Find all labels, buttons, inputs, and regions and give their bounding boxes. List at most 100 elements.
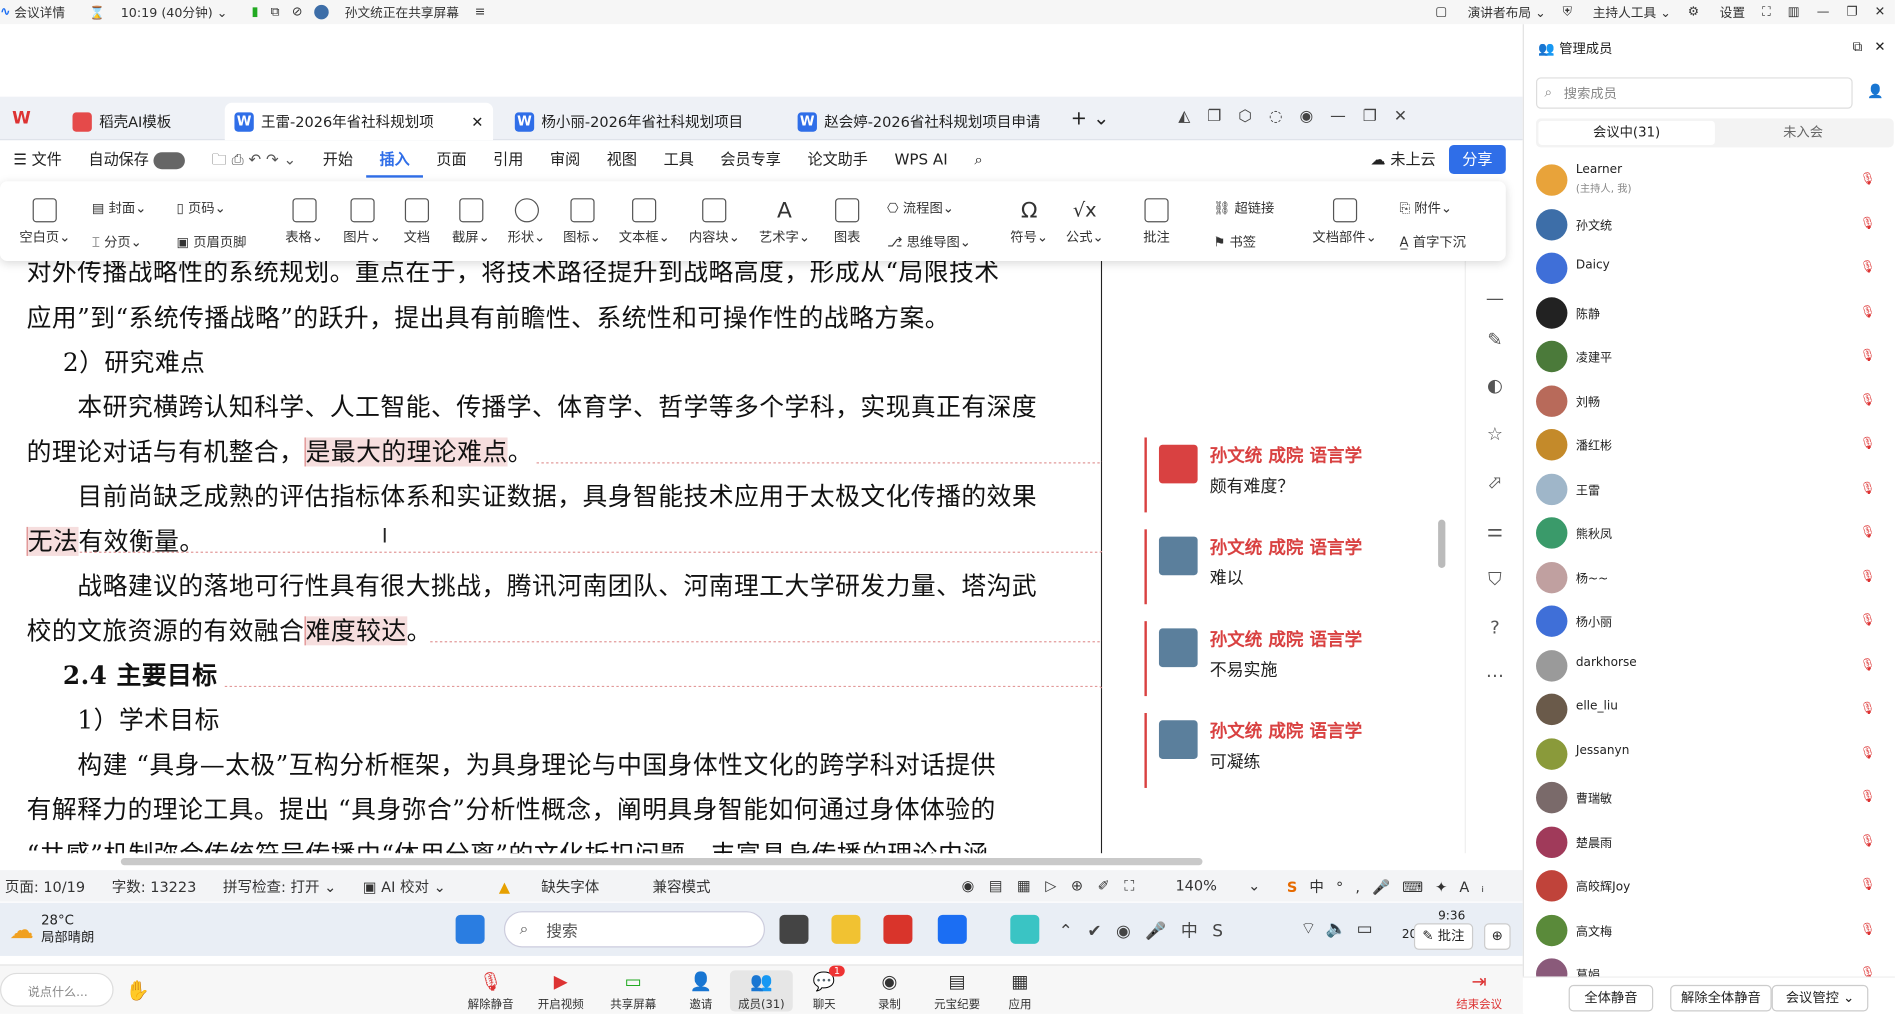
missing-font[interactable]: ▲ 缺失字体 [499, 876, 626, 897]
tab-document-yangxiaoli[interactable]: W 杨小丽-2026年省社科规划项目 [505, 103, 778, 140]
chart-button[interactable]: 图表 [834, 198, 860, 246]
mute-all-button[interactable]: 全体静音 [1568, 984, 1654, 1012]
page-number-button[interactable]: ▯ 页码⌄ [176, 198, 225, 217]
menu-start[interactable]: 开始 [309, 141, 366, 177]
comment-card[interactable]: 孙文统 成院 语言学 不易实施 [1144, 621, 1434, 697]
mic-muted-icon[interactable]: 🎙 [1860, 305, 1875, 320]
hand-icon[interactable]: ✋ [126, 979, 150, 1002]
scrollbar[interactable] [1438, 519, 1446, 568]
member-row[interactable]: 潘红彬 🎙 [1536, 424, 1884, 468]
menu-review[interactable]: 审阅 [537, 141, 594, 177]
minimize-icon[interactable]: — [1817, 5, 1830, 20]
member-row[interactable]: Daicy 🎙 [1536, 248, 1884, 292]
mic-muted-icon[interactable]: 🎙 [1860, 261, 1875, 276]
ai-proofread[interactable]: ▣ AI 校对 ⌄ [363, 876, 472, 897]
member-row[interactable]: 杨小丽 🎙 [1536, 601, 1884, 645]
formula-button[interactable]: √x 公式⌄ [1066, 198, 1104, 246]
tray-icons[interactable]: ⌃✔◉🎤中S [1059, 918, 1238, 942]
member-row[interactable]: 曹瑞敏 🎙 [1536, 777, 1884, 821]
quick-tools[interactable]: 🗀 ⎙ ↶ ↷ ⌄ [198, 141, 309, 177]
windows-start-icon[interactable] [455, 914, 485, 944]
picture-button[interactable]: 图片⌄ [343, 198, 381, 246]
drop-cap-button[interactable]: A̲ 首字下沉 [1399, 232, 1466, 251]
member-row[interactable]: 凌建平 🎙 [1536, 336, 1884, 380]
sidebar-toggle-icon[interactable]: ▥ [1788, 5, 1800, 20]
hyperlink-button[interactable]: ⛓ 超链接 [1213, 198, 1274, 217]
menu-view[interactable]: 视图 [594, 141, 651, 177]
word-count[interactable]: 字数: 13223 [112, 876, 197, 897]
cloud-status[interactable]: ☁ 未上云 [1357, 141, 1449, 177]
comment-card[interactable]: 孙文统 成院 语言学 可凝练 [1144, 713, 1434, 788]
member-row[interactable]: 杨~~ 🎙 [1536, 557, 1884, 601]
mic-muted-icon[interactable]: 🎙 [1860, 834, 1875, 849]
weather[interactable]: 28°C 局部晴朗 [41, 912, 94, 946]
popout-icon[interactable]: ⧉ [271, 4, 280, 20]
tab-document-zhaohuiting[interactable]: W 赵会婷-2026省社科规划项目申请 [788, 103, 1059, 140]
mic-muted-icon[interactable]: 🎙 [1860, 923, 1875, 938]
shape-button[interactable]: 形状⌄ [508, 198, 545, 246]
textbox-button[interactable]: 文本框⌄ [619, 198, 670, 246]
menu-reference[interactable]: 引用 [480, 141, 537, 177]
mic-muted-icon[interactable]: 🎙 [1860, 746, 1875, 761]
member-row[interactable]: 熊秋凤 🎙 [1536, 512, 1884, 556]
member-row[interactable]: 孙文统 🎙 [1536, 204, 1884, 248]
bookmark-button[interactable]: ⚑ 书签 [1213, 232, 1256, 251]
member-row[interactable]: Jessanyn 🎙 [1536, 733, 1884, 777]
chat-button[interactable]: 💬 1 聊天 [793, 965, 856, 1012]
mic-muted-icon[interactable]: 🎙 [1860, 570, 1875, 585]
meeting-control-button[interactable]: 会议管控 ⌄ [1771, 984, 1869, 1012]
view-icons[interactable]: ◉▤▦▷⊕✐⛶ [962, 877, 1149, 895]
comment-button[interactable]: 批注 [1143, 198, 1170, 246]
panel-close-icon[interactable]: ✕ [1874, 39, 1885, 55]
mic-muted-icon[interactable]: 🎙 [1860, 173, 1875, 188]
member-row[interactable]: 陈静 🎙 [1536, 292, 1884, 336]
tab-document-wanglei[interactable]: W 王雷-2026年省社科规划项 ✕ [224, 102, 494, 141]
end-meeting-button[interactable]: ⇥ 结束会议 [1448, 970, 1511, 1011]
mic-muted-icon[interactable]: 🎙 [1860, 702, 1875, 717]
apps-button[interactable]: ▦ 应用 [989, 970, 1052, 1011]
mic-muted-icon[interactable]: 🎙 [1860, 879, 1875, 894]
taskbar-search[interactable]: ⌕ 搜索 [503, 911, 765, 948]
host-tools-button[interactable]: ⛨ 主持人工具 ⌄ [1563, 3, 1671, 21]
zoom-icon[interactable]: ⊕ [1484, 923, 1511, 950]
settings-slider-icon[interactable]: ⚌ [1483, 520, 1507, 544]
presenter-layout-button[interactable]: ▢ 演讲者布局 ⌄ [1435, 3, 1546, 21]
menu-paper[interactable]: 论文助手 [794, 141, 881, 177]
unmute-all-button[interactable]: 解除全体静音 [1670, 984, 1772, 1012]
folder-icon[interactable] [831, 914, 861, 944]
page-break-button[interactable]: ⌶ 分页⌄ [92, 232, 142, 251]
symbol-button[interactable]: Ω 符号⌄ [1010, 198, 1048, 246]
clock[interactable]: 9:36 [1438, 910, 1465, 923]
pen-icon[interactable]: ✎ [1483, 329, 1507, 353]
app-icon[interactable] [1010, 914, 1040, 944]
settings-button[interactable]: ⚙ 设置 [1688, 3, 1745, 21]
cover-button[interactable]: ▤ 封面⌄ [92, 198, 147, 217]
minus-icon[interactable]: — [1483, 288, 1507, 312]
share-button[interactable]: 分享 [1448, 145, 1506, 175]
tab-in-meeting[interactable]: 会议中(31) [1538, 120, 1715, 146]
share-screen-button[interactable]: ▭ 共享屏幕 [602, 970, 665, 1011]
meeting-taskbar-icon[interactable] [937, 914, 967, 944]
taskview-icon[interactable] [779, 914, 809, 944]
close-icon[interactable]: ✕ [1875, 5, 1886, 20]
wps-logo-icon[interactable]: W [12, 109, 31, 128]
horizontal-scrollbar[interactable] [120, 858, 1203, 866]
icon-button[interactable]: 图标⌄ [563, 198, 601, 246]
search-icon[interactable]: ⌕ [961, 141, 996, 177]
new-tab-icon[interactable]: + ⌄ [1071, 106, 1110, 129]
share-stop-icon[interactable]: ⊘ [292, 5, 303, 20]
comment-card[interactable]: 孙文统 成院 语言学 难以 [1144, 529, 1434, 605]
maximize-icon[interactable]: ❐ [1846, 5, 1857, 20]
member-row[interactable]: 高皎辉Joy 🎙 [1536, 865, 1884, 909]
shirt-icon[interactable]: ⛉ [1483, 568, 1507, 592]
panel-popout-icon[interactable]: ⧉ [1853, 39, 1862, 56]
zoom-level[interactable]: 140% ⌄ [1175, 877, 1260, 894]
record-button[interactable]: ◉ 录制 [858, 970, 921, 1011]
mic-muted-icon[interactable]: 🎙 [1860, 790, 1875, 805]
minutes-button[interactable]: ▤ 元宝纪要 [926, 970, 989, 1011]
ai-icon[interactable]: ◐ [1483, 375, 1507, 399]
doc-button[interactable]: 文档 [404, 198, 430, 246]
menu-insert[interactable]: 插入 [366, 141, 424, 178]
star-icon[interactable]: ☆ [1483, 423, 1507, 447]
annotate-button[interactable]: ✎ 批注 [1413, 923, 1473, 950]
